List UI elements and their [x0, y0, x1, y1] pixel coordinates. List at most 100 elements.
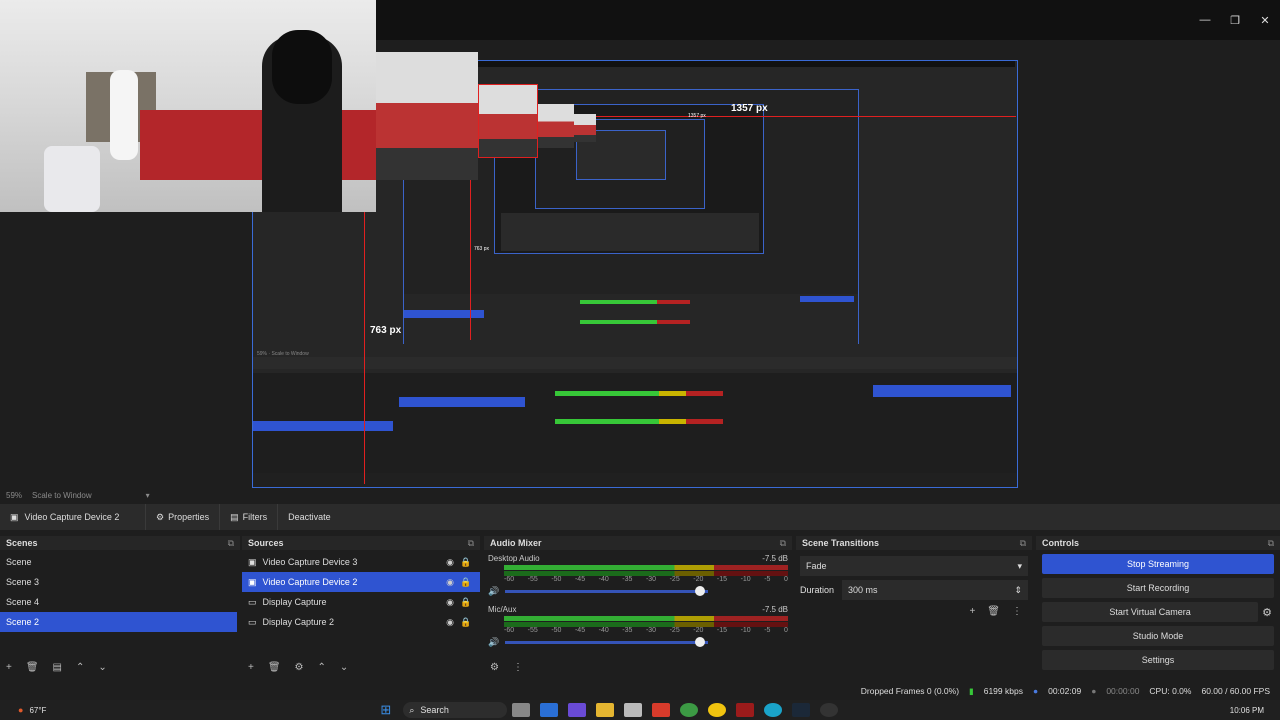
- source-item[interactable]: ▣ Video Capture Device 3 ◉ 🔒: [242, 552, 480, 572]
- scenes-toolbar: + 🗑 ▤ ⌃ ⌄: [0, 656, 240, 678]
- width-label: 1357 px: [731, 103, 768, 114]
- spinner-icon[interactable]: ⇕: [1014, 585, 1022, 596]
- move-down-icon[interactable]: ⌄: [98, 662, 106, 673]
- eye-icon[interactable]: ◉: [442, 617, 458, 628]
- undock-icon[interactable]: ⧉: [468, 538, 474, 549]
- zoom-mode[interactable]: Scale to Window: [32, 491, 92, 500]
- fader-knob[interactable]: [695, 637, 706, 647]
- add-icon[interactable]: +: [6, 662, 12, 673]
- volume-fader[interactable]: 🔊: [488, 586, 788, 597]
- scene-item-selected[interactable]: Scene 2: [0, 612, 237, 632]
- move-up-icon[interactable]: ⌃: [76, 662, 84, 673]
- audio-mixer-dock: Audio Mixer ⧉ Desktop Audio -7.5 dB -60-…: [484, 536, 792, 678]
- source-item-selected[interactable]: ▣ Video Capture Device 2 ◉ 🔒: [242, 572, 480, 592]
- eye-icon[interactable]: ◉: [442, 597, 458, 608]
- trash-icon[interactable]: 🗑: [268, 662, 281, 673]
- taskbar-search[interactable]: ⌕ Search: [403, 702, 508, 718]
- settings-button[interactable]: Settings: [1042, 650, 1274, 670]
- maximize-icon[interactable]: ❐: [1220, 0, 1250, 40]
- clock[interactable]: 10:06 PM: [1230, 706, 1264, 715]
- nested-meter-desktop: [555, 391, 723, 396]
- properties-button[interactable]: ⚙ Properties: [145, 504, 219, 530]
- transitions-title: Scene Transitions: [802, 538, 880, 548]
- app-icon[interactable]: [512, 703, 531, 717]
- stream-icon: ●: [1032, 686, 1039, 696]
- app-icon[interactable]: [652, 703, 671, 717]
- nested-taskbar: [253, 473, 1017, 487]
- gear-icon[interactable]: ⚙: [1262, 606, 1272, 619]
- trash-icon[interactable]: 🗑: [987, 606, 1000, 617]
- guide-vertical-2: [470, 180, 471, 340]
- nested-scene2: [253, 421, 393, 431]
- scene-item[interactable]: Scene: [0, 552, 240, 572]
- minimize-icon[interactable]: —: [1190, 0, 1220, 40]
- mirror-tile-2: [478, 84, 538, 158]
- mixer-channel-mic: Mic/Aux -7.5 dB -60 -55 -50 -45 -40 -35 -30 -25…: [484, 605, 792, 648]
- record-icon: ●: [1091, 686, 1097, 696]
- speaker-icon[interactable]: 🔊: [488, 637, 499, 648]
- weather-temp[interactable]: 67°F: [29, 706, 46, 715]
- zoom-value[interactable]: 59%: [6, 491, 22, 500]
- move-down-icon[interactable]: ⌄: [340, 662, 348, 673]
- app-icon[interactable]: [708, 703, 727, 717]
- sources-header: Sources ⧉: [242, 536, 480, 550]
- weather-icon[interactable]: ●: [18, 705, 23, 715]
- steam-icon[interactable]: [792, 703, 811, 717]
- sources-toolbar: + 🗑 ⚙ ⌃ ⌄: [242, 656, 480, 678]
- duration-input[interactable]: 300 ms ⇕: [842, 580, 1028, 600]
- lock-icon[interactable]: 🔒: [458, 617, 474, 628]
- volume-fader[interactable]: 🔊: [488, 637, 788, 648]
- studio-mode-button[interactable]: Studio Mode: [1042, 626, 1274, 646]
- scene-item[interactable]: Scene 3: [0, 572, 240, 592]
- trash-icon[interactable]: 🗑: [26, 662, 39, 673]
- eye-icon[interactable]: ◉: [442, 577, 458, 588]
- close-icon[interactable]: ✕: [1250, 0, 1280, 40]
- transition-select[interactable]: Fade ▾: [800, 556, 1028, 576]
- undock-icon[interactable]: ⧉: [780, 538, 786, 549]
- undock-icon[interactable]: ⧉: [228, 538, 234, 549]
- fader-knob[interactable]: [695, 586, 706, 596]
- stop-streaming-button[interactable]: Stop Streaming: [1042, 554, 1274, 574]
- start-recording-button[interactable]: Start Recording: [1042, 578, 1274, 598]
- obs-icon[interactable]: [820, 703, 839, 717]
- add-icon[interactable]: +: [969, 606, 975, 617]
- undock-icon[interactable]: ⧉: [1020, 538, 1026, 549]
- start-virtual-camera-button[interactable]: Start Virtual Camera: [1042, 602, 1259, 622]
- gear-icon[interactable]: ⚙: [295, 662, 304, 673]
- bitrate: 6199 kbps: [983, 686, 1023, 696]
- webcam-source[interactable]: [0, 0, 376, 212]
- app-icon[interactable]: [568, 703, 587, 717]
- mirror-tile-3: [538, 104, 574, 148]
- duration-row: Duration 300 ms ⇕: [798, 580, 1028, 600]
- undock-icon[interactable]: ⧉: [1268, 538, 1274, 549]
- lock-icon[interactable]: 🔒: [458, 597, 474, 608]
- scenes-title: Scenes: [6, 538, 38, 548]
- preview-canvas[interactable]: — ❐ ✕ 59% · Scale to Window 1357 px 763 …: [0, 0, 1280, 488]
- scene-item[interactable]: Scene 4: [0, 592, 240, 612]
- filters-button[interactable]: ▤ Filters: [219, 504, 277, 530]
- lock-icon[interactable]: 🔒: [458, 577, 474, 588]
- app-icon[interactable]: [624, 703, 643, 717]
- edge-icon[interactable]: [764, 703, 783, 717]
- folder-icon[interactable]: [596, 703, 615, 717]
- window-controls: — ❐ ✕: [1190, 0, 1280, 40]
- gear-icon[interactable]: ⚙: [490, 662, 499, 673]
- more-icon[interactable]: ⋮: [513, 662, 523, 673]
- lock-icon[interactable]: 🔒: [458, 557, 474, 568]
- app-icon[interactable]: [540, 703, 559, 717]
- source-item[interactable]: ▭ Display Capture ◉ 🔒: [242, 592, 480, 612]
- filter-icon[interactable]: ▤: [53, 662, 62, 673]
- app-icon[interactable]: [736, 703, 755, 717]
- more-icon[interactable]: ⋮: [1012, 606, 1022, 617]
- chevron-down-icon[interactable]: ▾: [146, 491, 150, 500]
- filters-label: Filters: [242, 512, 268, 522]
- transition-toolbar: + 🗑 ⋮: [796, 606, 1022, 617]
- source-item[interactable]: ▭ Display Capture 2 ◉ 🔒: [242, 612, 480, 632]
- move-up-icon[interactable]: ⌃: [318, 662, 326, 673]
- add-icon[interactable]: +: [248, 662, 254, 673]
- chrome-icon[interactable]: [680, 703, 699, 717]
- eye-icon[interactable]: ◉: [442, 557, 458, 568]
- speaker-icon[interactable]: 🔊: [488, 586, 499, 597]
- windows-start-icon[interactable]: ⊞: [380, 702, 391, 718]
- deactivate-button[interactable]: Deactivate: [277, 504, 341, 530]
